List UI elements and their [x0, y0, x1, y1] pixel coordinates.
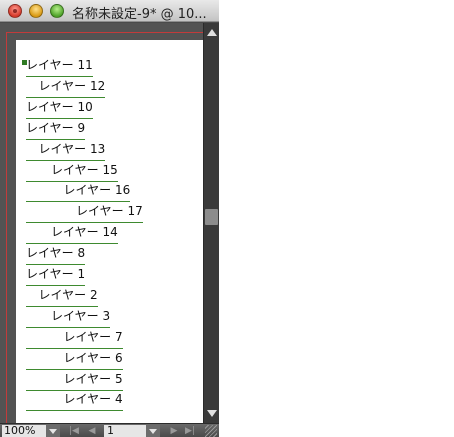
first-page-icon[interactable]: |◀ [68, 426, 80, 436]
layer-text-list: レイヤー 11 レイヤー 12 レイヤー 10 レイヤー 9 レイヤー 13 レイヤー 1… [16, 40, 203, 423]
pasteboard[interactable]: レイヤー 11 レイヤー 12 レイヤー 10 レイヤー 9 レイヤー 13 レイヤー 1… [0, 23, 203, 423]
layer-row[interactable]: レイヤー 10 [26, 99, 93, 119]
layer-row[interactable]: レイヤー 1 [26, 266, 86, 286]
layer-row[interactable]: レイヤー 8 [26, 245, 86, 266]
layer-row[interactable]: レイヤー 2 [26, 287, 98, 307]
layer-row[interactable]: レイヤー 16 [26, 182, 131, 203]
layer-row[interactable]: レイヤー 17 [26, 203, 143, 224]
zoom-level-field[interactable]: 100% [2, 425, 46, 437]
layer-row[interactable]: レイヤー 15 [26, 162, 118, 182]
scroll-thumb[interactable] [205, 209, 218, 225]
zoom-dropdown-button[interactable] [46, 425, 60, 437]
title-bar[interactable]: 名称未設定-9* @ 10... [0, 0, 219, 22]
scroll-down-arrow-icon[interactable] [207, 410, 217, 417]
status-bar: 100% |◀ ◀ 1 ▶ ▶| [0, 423, 219, 437]
layer-row[interactable]: レイヤー 13 [26, 141, 106, 161]
window-title: 名称未設定-9* @ 10... [72, 7, 207, 22]
layer-row[interactable]: レイヤー 14 [26, 224, 118, 245]
layer-row[interactable]: レイヤー 6 [26, 350, 123, 370]
layer-row[interactable]: レイヤー 3 [26, 308, 111, 328]
vertical-scrollbar[interactable] [203, 23, 219, 423]
layer-row[interactable]: レイヤー 12 [26, 78, 106, 98]
document-window: 名称未設定-9* @ 10... レイヤー 11 レイヤー 12 レイヤー 10 レイ… [0, 0, 219, 437]
zoom-window-icon[interactable] [50, 4, 64, 18]
artboard[interactable]: レイヤー 11 レイヤー 12 レイヤー 10 レイヤー 9 レイヤー 13 レイヤー 1… [16, 40, 203, 423]
minimize-window-icon[interactable] [29, 4, 43, 18]
previous-page-icon[interactable]: ◀ [86, 426, 98, 436]
layer-row[interactable]: レイヤー 9 [26, 120, 86, 140]
layer-row[interactable]: レイヤー 11 [26, 57, 93, 77]
next-page-icon[interactable]: ▶ [168, 426, 180, 436]
page-dropdown-button[interactable] [146, 425, 160, 437]
chevron-down-icon [149, 429, 157, 434]
scroll-up-arrow-icon[interactable] [207, 29, 217, 36]
page-number-field[interactable]: 1 [104, 425, 146, 437]
layer-row[interactable]: レイヤー 5 [26, 371, 123, 391]
resize-grip-icon[interactable] [205, 425, 217, 437]
close-window-icon[interactable] [8, 4, 22, 18]
layer-row[interactable]: レイヤー 4 [26, 391, 123, 412]
last-page-icon[interactable]: ▶| [184, 426, 196, 436]
layer-row[interactable]: レイヤー 7 [26, 329, 123, 349]
chevron-down-icon [49, 429, 57, 434]
